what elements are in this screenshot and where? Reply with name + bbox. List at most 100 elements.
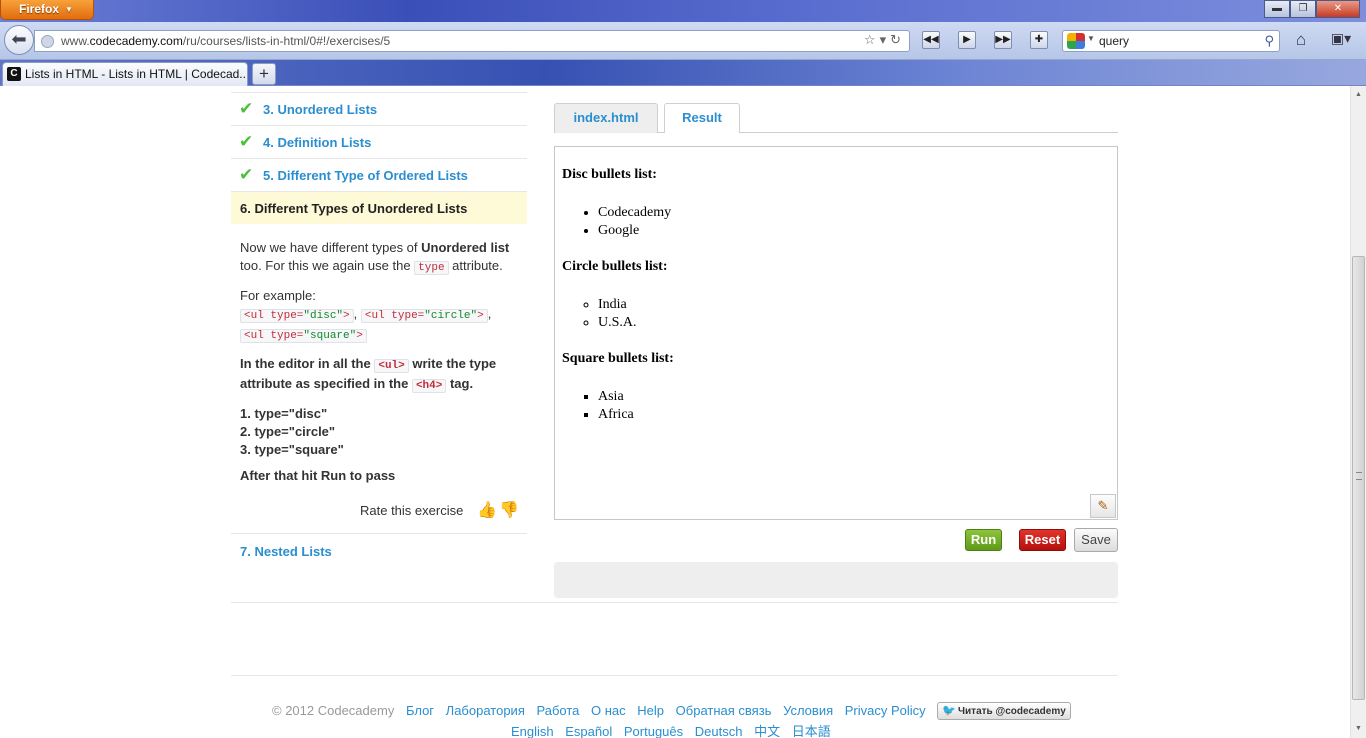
circle-list: India U.S.A. — [598, 296, 637, 332]
list-item: Asia — [598, 388, 634, 406]
lesson-item-5[interactable]: ✔ 5. Different Type of Ordered Lists — [231, 158, 527, 191]
fast-forward-icon[interactable]: ▶▶ — [994, 31, 1012, 49]
google-icon[interactable] — [1067, 33, 1085, 49]
bookmarks-icon[interactable]: ▣▾ — [1324, 30, 1358, 52]
footer-link-jobs[interactable]: Работа — [536, 703, 579, 718]
thumbs-up-icon[interactable]: 👍 — [477, 500, 497, 520]
scroll-down-icon[interactable]: ▼ — [1351, 722, 1366, 736]
list-item: Google — [598, 222, 671, 240]
text: In the editor in all the — [240, 356, 375, 371]
twitter-label: Читать @codecademy — [958, 706, 1066, 717]
twitter-bird-icon: 🐦 — [942, 705, 956, 717]
language-link-chinese[interactable]: 中文 — [754, 724, 780, 738]
footer-link-terms[interactable]: Условия — [783, 703, 833, 718]
plus-icon[interactable]: ✚ — [1030, 31, 1048, 49]
code-tag: > — [356, 330, 363, 342]
lesson-item-7[interactable]: 7. Nested Lists — [231, 533, 527, 567]
play-icon[interactable]: ▶ — [958, 31, 976, 49]
lesson-item-3[interactable]: ✔ 3. Unordered Lists — [231, 92, 527, 125]
restore-button[interactable]: ❐ — [1290, 0, 1316, 18]
browser-tab[interactable]: C Lists in HTML - Lists in HTML | Codeca… — [2, 62, 248, 86]
list-item: India — [598, 296, 637, 314]
result-panel: Disc bullets list: Codecademy Google Cir… — [554, 146, 1118, 520]
new-tab-button[interactable]: + — [252, 63, 276, 85]
task-paragraph: In the editor in all the <ul> write the … — [240, 355, 522, 395]
reset-button[interactable]: Reset — [1019, 529, 1066, 551]
firefox-menu-button[interactable]: Firefox ▼ — [0, 0, 94, 20]
inline-code: <h4> — [411, 379, 447, 393]
footer-link-privacy[interactable]: Privacy Policy — [845, 703, 926, 718]
tab-result[interactable]: Result — [664, 103, 740, 133]
footer-link-blog[interactable]: Блог — [406, 703, 434, 718]
language-link-deutsch[interactable]: Deutsch — [695, 724, 743, 738]
dropdown-icon[interactable]: ▾ — [880, 32, 891, 47]
footer-link-labs[interactable]: Лаборатория — [446, 703, 525, 718]
rewind-icon[interactable]: ◀◀ — [922, 31, 940, 49]
search-bar[interactable]: ▼ query ⚲ — [1062, 30, 1280, 52]
close-button[interactable]: ✕ — [1316, 0, 1360, 18]
result-heading: Disc bullets list: — [562, 167, 657, 182]
tab-index-html[interactable]: index.html — [554, 103, 658, 133]
language-link-japanese[interactable]: 日本語 — [792, 724, 831, 738]
checkmark-icon: ✔ — [239, 165, 254, 184]
rate-exercise: Rate this exercise 👍 👎 — [231, 498, 527, 534]
bug-report-icon[interactable]: ✎ — [1090, 494, 1116, 518]
disc-list: Codecademy Google — [598, 204, 671, 240]
inline-code: <ul type="disc"> — [240, 309, 354, 323]
inline-code: type — [414, 261, 449, 275]
editor-tabs: index.html Result — [554, 103, 1118, 133]
lesson-item-6-active[interactable]: 6. Different Types of Unordered Lists — [231, 191, 527, 224]
steps-list: 1. type="disc" 2. type="circle" 3. type=… — [240, 405, 522, 459]
scroll-thumb[interactable] — [1352, 256, 1365, 700]
lesson-list: ✔ 3. Unordered Lists ✔ 4. Definition Lis… — [231, 92, 527, 224]
thumbs-down-icon[interactable]: 👎 — [499, 500, 519, 520]
language-link-english[interactable]: English — [511, 724, 554, 738]
result-heading: Square bullets list: — [562, 351, 674, 366]
grip-icon — [1356, 472, 1362, 480]
codecademy-favicon-icon: C — [7, 67, 21, 81]
square-list: Asia Africa — [598, 388, 634, 424]
footer-links: © 2012 Codecademy Блог Лаборатория Работ… — [272, 702, 1092, 721]
text: attribute. — [448, 258, 503, 273]
lesson-item-4[interactable]: ✔ 4. Definition Lists — [231, 125, 527, 158]
lesson-label: 5. Different Type of Ordered Lists — [263, 168, 468, 183]
inline-code: <ul type="circle"> — [360, 309, 488, 323]
lesson-label: 4. Definition Lists — [263, 135, 372, 150]
back-button[interactable]: ⬅ — [4, 25, 34, 55]
search-input[interactable]: query — [1099, 34, 1129, 48]
tab-title: Lists in HTML - Lists in HTML | Codecad.… — [25, 67, 245, 81]
footer-link-feedback[interactable]: Обратная связь — [676, 703, 772, 718]
star-icon[interactable]: ☆ — [864, 32, 880, 47]
footer-link-about[interactable]: О нас — [591, 703, 626, 718]
search-icon[interactable]: ⚲ — [1264, 33, 1274, 49]
language-link-espanol[interactable]: Español — [565, 724, 612, 738]
chevron-down-icon: ▼ — [65, 5, 73, 14]
divider — [231, 602, 1118, 603]
scroll-up-icon[interactable]: ▲ — [1351, 88, 1366, 102]
code-tag: > — [477, 310, 484, 322]
address-bar[interactable]: www.codecademy.com/ru/courses/lists-in-h… — [34, 30, 910, 52]
chevron-down-icon[interactable]: ▼ — [1087, 34, 1095, 43]
list-item: Africa — [598, 406, 634, 424]
save-button[interactable]: Save — [1074, 528, 1118, 552]
footer-link-help[interactable]: Help — [637, 703, 664, 718]
step-item: 2. type="circle" — [240, 424, 336, 439]
vertical-scrollbar[interactable]: ▲ ▼ — [1350, 86, 1366, 738]
inline-code: <ul> — [374, 359, 409, 373]
list-item: U.S.A. — [598, 314, 637, 332]
lesson-label: 7. Nested Lists — [240, 544, 332, 559]
language-link-portugues[interactable]: Português — [624, 724, 683, 738]
code-tag: > — [343, 310, 350, 322]
lesson-label: 3. Unordered Lists — [263, 102, 378, 117]
minimize-button[interactable]: ▬ — [1264, 0, 1290, 18]
reload-icon[interactable]: ↻ — [890, 32, 905, 47]
text: Now we have different types of — [240, 240, 422, 255]
page-content: ✔ 3. Unordered Lists ✔ 4. Definition Lis… — [0, 86, 1350, 738]
code-tag: <ul type= — [244, 330, 304, 342]
firefox-menu-label: Firefox — [19, 2, 60, 16]
exercise-instructions: Now we have different types of Unordered… — [240, 239, 522, 495]
home-icon[interactable]: ⌂ — [1290, 30, 1312, 52]
run-button[interactable]: Run — [965, 529, 1002, 551]
twitter-follow-button[interactable]: 🐦 Читать @codecademy — [937, 702, 1071, 720]
text-bold: Unordered list — [421, 240, 510, 255]
